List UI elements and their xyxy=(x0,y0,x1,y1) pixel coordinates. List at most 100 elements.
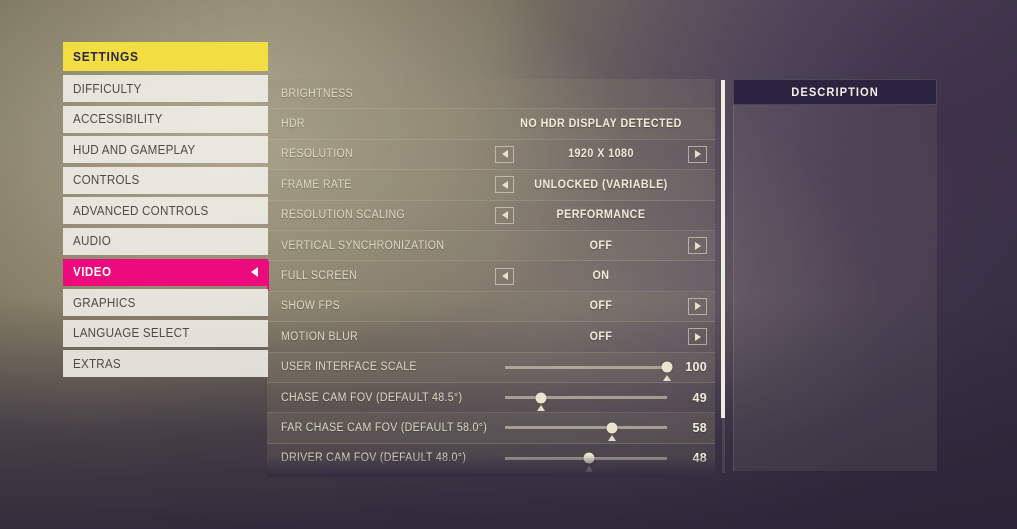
setting-label: FAR CHASE CAM FOV (DEFAULT 58.0°) xyxy=(281,421,488,434)
settings-sidebar: SETTINGS DIFFICULTY ACCESSIBILITY HUD AND … xyxy=(63,42,268,381)
sidebar-item-extras[interactable]: EXTRAS xyxy=(63,350,268,378)
previous-option-button-hidden xyxy=(495,116,514,133)
setting-label: BRIGHTNESS xyxy=(281,87,354,100)
setting-row[interactable]: FULL SCREEN ON xyxy=(267,261,715,292)
setting-value: OFF xyxy=(589,239,613,252)
setting-row[interactable]: RESOLUTION SCALING PERFORMANCE xyxy=(267,200,715,231)
option-control: UNLOCKED (VARIABLE) xyxy=(495,170,707,199)
sidebar-item-label: LANGUAGE SELECT xyxy=(73,326,190,341)
slider-control[interactable]: 49 xyxy=(505,383,707,412)
sidebar-item-advanced-controls[interactable]: ADVANCED CONTROLS xyxy=(63,197,268,225)
description-panel: DESCRIPTION xyxy=(733,79,937,473)
previous-option-button[interactable] xyxy=(495,267,514,285)
setting-label: VERTICAL SYNCHRONIZATION xyxy=(281,239,445,252)
option-control: PERFORMANCE xyxy=(495,201,707,230)
slider-track[interactable] xyxy=(505,422,667,442)
slider-track[interactable] xyxy=(505,361,673,381)
sidebar-item-label: HUD AND GAMEPLAY xyxy=(73,142,196,157)
setting-row[interactable]: VERTICAL SYNCHRONIZATION OFF xyxy=(267,230,715,262)
previous-option-button-hidden xyxy=(495,237,514,254)
option-control: ON xyxy=(495,261,707,290)
slider-default-marker-icon xyxy=(585,465,594,472)
slider-track[interactable] xyxy=(505,392,667,412)
option-control: NO HDR DISPLAY DETECTED xyxy=(495,109,707,138)
setting-label: HDR xyxy=(281,118,305,131)
option-control: OFF xyxy=(495,231,707,260)
setting-row[interactable]: FRAME RATE UNLOCKED (VARIABLE) xyxy=(267,170,715,201)
sidebar-item-label: ADVANCED CONTROLS xyxy=(73,203,209,218)
slider-control[interactable]: 48 xyxy=(505,444,707,473)
slider-track[interactable] xyxy=(505,452,667,472)
previous-option-button-hidden xyxy=(495,298,514,315)
sidebar-item-accessibility[interactable]: ACCESSIBILITY xyxy=(63,105,268,133)
next-option-button-hidden xyxy=(688,268,707,285)
setting-row[interactable]: FAR CHASE CAM FOV (DEFAULT 58.0°) 58 xyxy=(267,413,715,444)
next-option-button[interactable] xyxy=(688,297,707,315)
next-option-button[interactable] xyxy=(688,328,707,346)
slider-control[interactable]: 58 xyxy=(505,413,707,442)
sidebar-item-controls[interactable]: CONTROLS xyxy=(63,166,268,194)
video-settings-panel: BRIGHTNESS HDR NO HDR DISPLAY DETECTED RESO… xyxy=(267,79,715,473)
slider-value: 58 xyxy=(692,420,707,435)
setting-label: SHOW FPS xyxy=(281,300,341,313)
previous-option-button[interactable] xyxy=(495,206,514,224)
sidebar-item-graphics[interactable]: GRAPHICS xyxy=(63,289,268,317)
slider-knob[interactable] xyxy=(583,452,595,464)
description-body xyxy=(733,105,937,471)
sidebar-item-label: ACCESSIBILITY xyxy=(73,112,163,127)
setting-row: BRIGHTNESS xyxy=(267,79,715,110)
sidebar-item-hud-and-gameplay[interactable]: HUD AND GAMEPLAY xyxy=(63,136,268,164)
previous-option-button[interactable] xyxy=(495,176,514,194)
description-header-label: DESCRIPTION xyxy=(791,85,879,99)
sidebar-item-label: GRAPHICS xyxy=(73,295,136,310)
next-option-button-hidden xyxy=(688,116,707,133)
sidebar-header: SETTINGS xyxy=(63,42,268,71)
setting-value: PERFORMANCE xyxy=(556,209,646,222)
setting-row[interactable]: DRIVER CAM FOV (DEFAULT 48.0°) 48 xyxy=(267,443,715,473)
slider-default-marker-icon xyxy=(663,374,671,381)
setting-row[interactable]: HDR NO HDR DISPLAY DETECTED xyxy=(267,109,715,140)
next-option-button-hidden xyxy=(688,207,707,224)
settings-scrollbar-thumb[interactable] xyxy=(721,80,725,418)
slider-value: 48 xyxy=(692,451,707,466)
sidebar-item-video[interactable]: VIDEO xyxy=(63,258,268,286)
setting-value: NO HDR DISPLAY DETECTED xyxy=(520,118,682,131)
game-settings-screen: SETTINGS DIFFICULTY ACCESSIBILITY HUD AND … xyxy=(0,0,1017,529)
next-option-button-hidden xyxy=(688,176,707,193)
option-control: OFF xyxy=(495,292,707,321)
setting-row[interactable]: MOTION BLUR OFF xyxy=(267,322,715,353)
slider-default-marker-icon xyxy=(607,435,616,442)
sidebar-item-language-select[interactable]: LANGUAGE SELECT xyxy=(63,319,268,347)
setting-row[interactable]: RESOLUTION 1920 X 1080 xyxy=(267,139,715,171)
previous-option-button-hidden xyxy=(495,328,514,345)
option-control: OFF xyxy=(495,322,707,351)
setting-row[interactable]: SHOW FPS OFF xyxy=(267,291,715,323)
setting-row[interactable]: USER INTERFACE SCALE 100 xyxy=(267,352,715,383)
slider-knob[interactable] xyxy=(661,361,673,373)
description-header: DESCRIPTION xyxy=(733,79,937,105)
slider-value: 49 xyxy=(692,390,707,405)
chevron-left-icon xyxy=(251,267,258,278)
sidebar-item-label: DIFFICULTY xyxy=(73,81,142,96)
setting-label: RESOLUTION SCALING xyxy=(281,209,405,222)
setting-label: RESOLUTION xyxy=(281,148,354,161)
sidebar-item-label: CONTROLS xyxy=(73,173,140,188)
sidebar-item-audio[interactable]: AUDIO xyxy=(63,227,268,255)
slider-knob[interactable] xyxy=(535,392,547,404)
next-option-button[interactable] xyxy=(688,237,707,255)
setting-label: MOTION BLUR xyxy=(281,330,359,343)
next-option-button[interactable] xyxy=(688,145,707,163)
setting-value: ON xyxy=(592,270,610,283)
sidebar-item-difficulty[interactable]: DIFFICULTY xyxy=(63,75,268,102)
setting-label: FULL SCREEN xyxy=(281,270,358,283)
slider-value: 100 xyxy=(685,360,707,375)
slider-knob[interactable] xyxy=(606,422,618,434)
sidebar-item-label: EXTRAS xyxy=(73,356,121,371)
setting-row[interactable]: CHASE CAM FOV (DEFAULT 48.5°) 49 xyxy=(267,382,715,414)
slider-control[interactable]: 100 xyxy=(505,353,707,382)
previous-option-button[interactable] xyxy=(495,145,514,163)
setting-value: OFF xyxy=(589,300,613,313)
sidebar-item-label: AUDIO xyxy=(73,234,111,249)
setting-value: OFF xyxy=(589,330,613,343)
option-control: 1920 X 1080 xyxy=(495,140,707,169)
